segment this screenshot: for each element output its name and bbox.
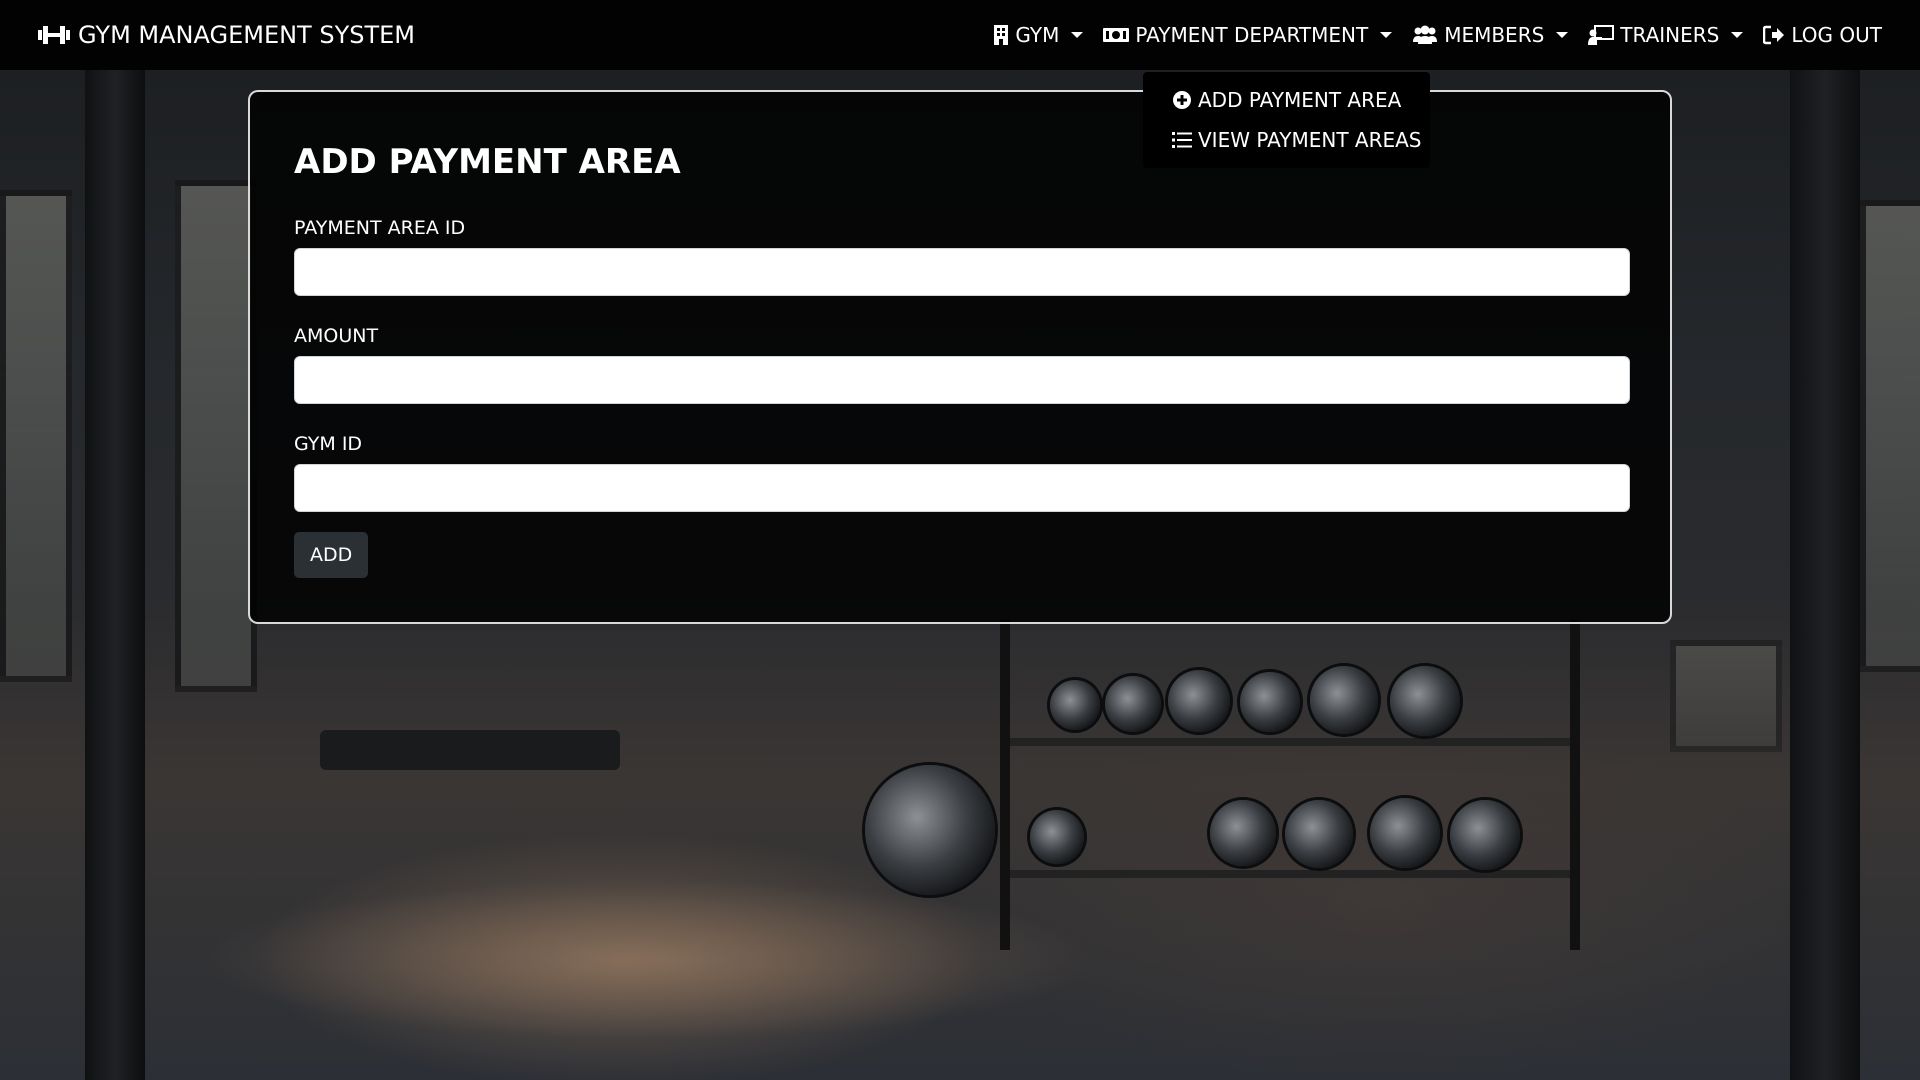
- nav-item-payment-department[interactable]: PAYMENT DEPARTMENT: [1103, 23, 1393, 47]
- payment-area-id-input[interactable]: [294, 248, 1630, 296]
- sign-out-icon: [1763, 25, 1785, 45]
- brand-title: GYM MANAGEMENT SYSTEM: [78, 21, 416, 49]
- add-payment-area-card: ADD PAYMENT AREA PAYMENT AREA ID AMOUNT …: [248, 90, 1672, 624]
- chalkboard-teacher-icon: [1588, 25, 1615, 45]
- dropdown-label-add-payment-area: ADD PAYMENT AREA: [1198, 88, 1402, 112]
- nav-label-trainers: TRAINERS: [1620, 23, 1720, 47]
- nav-label-gym: GYM: [1015, 23, 1060, 47]
- dropdown-item-view-payment-areas[interactable]: VIEW PAYMENT AREAS: [1143, 120, 1430, 160]
- amount-input[interactable]: [294, 356, 1630, 404]
- nav-item-gym[interactable]: GYM: [993, 23, 1084, 47]
- nav-item-members[interactable]: MEMBERS: [1412, 23, 1569, 47]
- gym-id-input[interactable]: [294, 464, 1630, 512]
- payment-area-id-label: PAYMENT AREA ID: [294, 217, 466, 239]
- add-button[interactable]: ADD: [294, 532, 369, 578]
- dropdown-item-add-payment-area[interactable]: ADD PAYMENT AREA: [1143, 80, 1430, 120]
- chevron-down-icon: [1731, 32, 1744, 38]
- nav-label-log-out: LOG OUT: [1791, 23, 1882, 47]
- chevron-down-icon: [1380, 32, 1393, 38]
- nav-label-members: MEMBERS: [1444, 23, 1545, 47]
- dropdown-label-view-payment-areas: VIEW PAYMENT AREAS: [1198, 128, 1422, 152]
- brand-link[interactable]: GYM MANAGEMENT SYSTEM: [38, 21, 415, 49]
- nav-label-payment-department: PAYMENT DEPARTMENT: [1135, 23, 1369, 47]
- dumbbell-icon: [38, 23, 70, 47]
- navbar: GYM MANAGEMENT SYSTEM GYM PAYMENT DEPART…: [0, 0, 1920, 70]
- nav-menu: GYM PAYMENT DEPARTMENT MEMBERS TRAINERS …: [993, 23, 1882, 47]
- plus-circle-icon: [1172, 90, 1192, 110]
- list-icon: [1172, 131, 1192, 149]
- chevron-down-icon: [1071, 32, 1084, 38]
- page: GYM MANAGEMENT SYSTEM GYM PAYMENT DEPART…: [0, 0, 1920, 1080]
- amount-label: AMOUNT: [294, 325, 379, 347]
- nav-item-log-out[interactable]: LOG OUT: [1763, 23, 1882, 47]
- nav-item-trainers[interactable]: TRAINERS: [1588, 23, 1744, 47]
- gym-id-label: GYM ID: [294, 433, 363, 455]
- money-bill-icon: [1103, 26, 1130, 44]
- chevron-down-icon: [1556, 32, 1569, 38]
- payment-department-dropdown: ADD PAYMENT AREA VIEW PAYMENT AREAS: [1143, 72, 1430, 168]
- building-icon: [993, 25, 1009, 45]
- users-icon: [1412, 25, 1438, 45]
